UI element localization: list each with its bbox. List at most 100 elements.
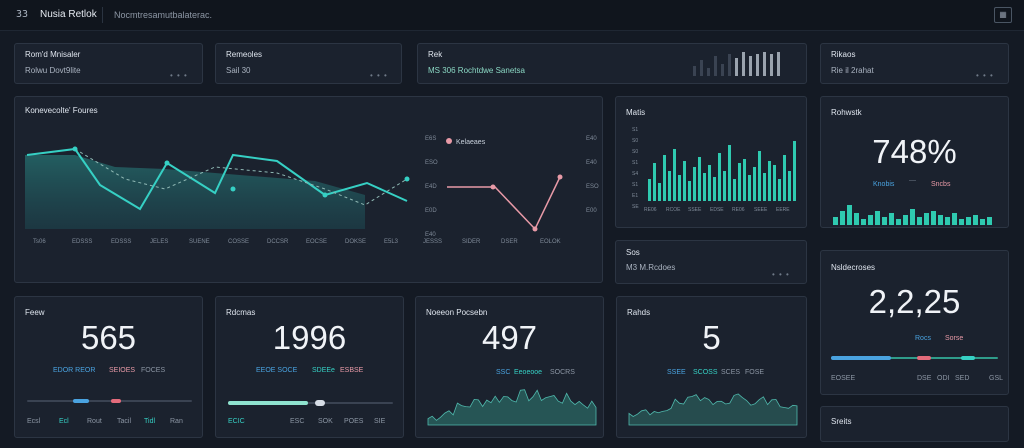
stat-card-1[interactable]: Rom'd Mnisaler Rolwu Dovt9lite • • • (14, 43, 203, 84)
y-tick-label: S4 (632, 171, 638, 177)
x-tick-label: JESSS (423, 239, 442, 245)
x-tick-label: SIDER (462, 239, 481, 245)
kpi-card-1: Feew 565 EDOR REOR SEIOES FOCES Ecsl Ecl… (14, 296, 203, 438)
kpi-card-2: Rdcmas 1996 EEOE SOCE SDEEe ESBSE ECIC E… (215, 296, 404, 438)
area-sparkline (628, 393, 798, 426)
footer-label: ESC (290, 418, 305, 425)
legend-label: Kelaeaes (456, 139, 486, 146)
more-dots-icon[interactable]: • • • (772, 270, 790, 279)
y-tick-label: E40 (586, 136, 597, 142)
mini-bar-chart: S1 S0 S0 S1 S4 S1 E1 SE RE06 RCOE SSEE EDSE RE06 SEE… (632, 127, 796, 213)
legend-marker (446, 138, 452, 144)
progress-marker[interactable] (111, 399, 121, 403)
bar (903, 215, 908, 225)
legend-item: ESBSE (340, 367, 364, 374)
stat-card-3[interactable]: Rek MS 306 Rochtdwe Sanetsa (417, 43, 807, 84)
bar (718, 153, 721, 201)
sos-card[interactable]: Sos M3 M.Rcdoes • • • (615, 240, 807, 284)
bar (703, 173, 706, 201)
y-tick-label: E4D (425, 184, 437, 190)
app-title[interactable]: Nusia Retlok (40, 9, 97, 20)
footer-label: DSE (917, 375, 932, 382)
x-tick-label: DOKSE (345, 239, 366, 245)
footer-label: SIE (374, 418, 386, 425)
progress-marker[interactable] (961, 356, 975, 360)
y-tick-label: S0 (632, 149, 638, 155)
footer-label: Ran (170, 418, 183, 425)
more-dots-icon[interactable]: • • • (976, 71, 994, 80)
x-tick-label: JELES (150, 239, 168, 245)
footer-label: Ecsl (27, 418, 41, 425)
x-tick-label: DCCSR (267, 239, 289, 245)
bar (889, 213, 894, 225)
bar (973, 215, 978, 225)
footer-label: EOSEE (831, 375, 856, 382)
x-tick-label: EOLOK (540, 239, 561, 245)
y-tick-label: ESO (425, 160, 438, 166)
more-dots-icon[interactable]: • • • (370, 71, 388, 80)
card-title: Nsldecroses (831, 263, 876, 272)
bar (723, 171, 726, 201)
bar (700, 60, 703, 76)
legend-item: EDOR REOR (53, 367, 96, 374)
x-tick-label: Ts06 (33, 239, 46, 245)
card-subtitle: MS 306 Rochtdwe Sanetsa (428, 66, 525, 75)
footer-label: ECIC (228, 418, 245, 425)
card-title: Feew (25, 308, 45, 317)
footer-label: ODI (937, 375, 950, 382)
bar (648, 179, 651, 201)
more-dots-icon[interactable]: • • • (170, 71, 188, 80)
top-bar: 33 Nusia Retlok Nocmtresamutbalaterac. ▦ (0, 0, 1024, 31)
bar (882, 217, 887, 225)
bar (917, 217, 922, 225)
card-title: Rikaos (831, 50, 856, 59)
kpi-card-4: Rahds 5 SSEE SCOSS SCES FOSE (616, 296, 807, 438)
bar (653, 163, 656, 201)
bar (707, 68, 710, 76)
grid-icon[interactable]: ▦ (994, 7, 1012, 23)
progress-marker[interactable] (917, 356, 931, 360)
bar (868, 215, 873, 225)
bar (663, 155, 666, 201)
footer-label: GSL (989, 375, 1004, 382)
divider (102, 7, 103, 23)
bar (763, 52, 766, 76)
bar (861, 219, 866, 225)
card-subtitle: Rie il 2rahat (831, 66, 874, 75)
bar (910, 209, 915, 225)
bar (728, 54, 731, 76)
x-tick-label: EDSSS (111, 239, 131, 245)
y-tick-label: E6S (425, 136, 436, 142)
bar (793, 141, 796, 201)
card-title: Sos (626, 248, 640, 257)
footer-label: Ecl (59, 418, 69, 425)
bar (708, 165, 711, 201)
bar (959, 219, 964, 225)
bar (778, 179, 781, 201)
kpi-value: 565 (80, 319, 137, 356)
x-tick-label: E5L3 (384, 239, 399, 245)
stat-card-2[interactable]: Remeoles Sail 30 • • • (215, 43, 402, 84)
footer-label: POES (344, 418, 364, 425)
sparkline-bars (693, 52, 780, 76)
y-tick-label: E40 (425, 232, 436, 238)
x-tick-label: COSSE (228, 239, 249, 245)
bar (721, 64, 724, 76)
bar (668, 171, 671, 201)
y-tick-label: E40 (586, 160, 597, 166)
bar (748, 175, 751, 201)
bar (896, 219, 901, 225)
bar (733, 179, 736, 201)
progress-marker[interactable] (73, 399, 89, 403)
stat-card-4[interactable]: Rikaos Rie il 2rahat • • • (820, 43, 1009, 84)
card-subtitle: Rolwu Dovt9lite (25, 66, 81, 75)
percent-card: Rohwstk 748% Knobis — Sncbs (820, 96, 1009, 228)
card-title: Remeoles (226, 50, 263, 59)
point (322, 192, 328, 198)
legend-item: Rocs (915, 335, 931, 342)
progress-marker[interactable] (315, 400, 325, 406)
breadcrumb[interactable]: Nocmtresamutbalaterac. (114, 10, 212, 20)
mini-chart-card: Matis S1 S0 S0 S1 S4 S1 E1 SE RE06 RCOE SSEE EDSE R… (615, 96, 807, 228)
logo: 33 (16, 9, 29, 20)
y-tick-label: E0D (425, 208, 437, 214)
